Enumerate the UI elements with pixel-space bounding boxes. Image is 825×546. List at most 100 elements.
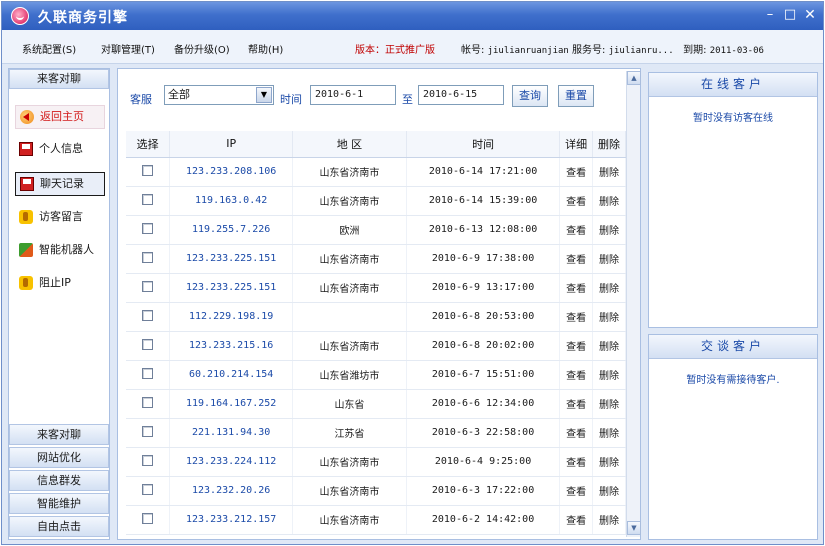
row-delete-link[interactable]: 删除 bbox=[592, 244, 626, 274]
row-select-checkbox[interactable] bbox=[142, 193, 154, 205]
row-delete-link[interactable]: 删除 bbox=[592, 447, 626, 477]
row-delete-link[interactable]: 删除 bbox=[592, 476, 626, 506]
table-scrollbar[interactable]: ▲ ▼ bbox=[626, 71, 641, 537]
menu-chat-management[interactable]: 对聊管理(T) bbox=[101, 41, 155, 56]
row-select-checkbox[interactable] bbox=[142, 222, 154, 234]
row-delete-link[interactable]: 删除 bbox=[592, 215, 626, 245]
agent-select-value: 全部 bbox=[168, 88, 190, 101]
row-select-cell bbox=[126, 447, 171, 477]
row-region: 山东省济南市 bbox=[292, 476, 407, 506]
scroll-down-icon[interactable]: ▼ bbox=[627, 521, 641, 535]
sidebar-item-smart-robot[interactable]: 智能机器人 bbox=[15, 239, 105, 263]
row-view-link[interactable]: 查看 bbox=[559, 331, 594, 361]
menu-system-config[interactable]: 系统配置(S) bbox=[22, 41, 76, 56]
expiry-value: 2011-03-06 bbox=[709, 46, 764, 56]
sidebar-tab-visitor-chat[interactable]: 来客对聊 bbox=[9, 424, 109, 445]
maximize-button[interactable]: □ bbox=[782, 7, 798, 23]
row-select-checkbox[interactable] bbox=[142, 425, 154, 437]
search-button[interactable]: 查询 bbox=[512, 85, 548, 107]
row-delete-link[interactable]: 删除 bbox=[592, 186, 626, 216]
column-header-region: 地 区 bbox=[292, 131, 407, 158]
row-select-checkbox[interactable] bbox=[142, 367, 154, 379]
version-label: 版本：正式推广版 bbox=[355, 45, 435, 56]
row-ip: 123.233.212.157 bbox=[169, 505, 293, 535]
filter-bar: 客服 全部 ▼ 时间 2010-6-1 至 2010-6-15 查询 重置 bbox=[126, 81, 634, 113]
row-select-checkbox[interactable] bbox=[142, 309, 154, 321]
row-view-link[interactable]: 查看 bbox=[559, 273, 594, 303]
row-select-cell bbox=[126, 302, 171, 332]
menu-help[interactable]: 帮助(H) bbox=[248, 41, 283, 56]
row-select-checkbox[interactable] bbox=[142, 483, 154, 495]
row-region: 欧洲 bbox=[292, 215, 407, 245]
date-to-input[interactable]: 2010-6-15 bbox=[418, 85, 504, 105]
row-region: 江苏省 bbox=[292, 418, 407, 448]
talking-customers-empty: 暂时没有需接待客户. bbox=[686, 375, 780, 386]
menu-backup-upgrade[interactable]: 备份升级(O) bbox=[174, 41, 230, 56]
app-window: 久联商务引擎 – □ ✕ 系统配置(S) 对聊管理(T) 备份升级(O) 帮助(… bbox=[1, 1, 824, 545]
person-icon bbox=[19, 276, 33, 290]
sidebar-item-label: 返回主页 bbox=[40, 110, 84, 123]
row-view-link[interactable]: 查看 bbox=[559, 389, 594, 419]
row-select-checkbox[interactable] bbox=[142, 164, 154, 176]
row-delete-link[interactable]: 删除 bbox=[592, 418, 626, 448]
minimize-button[interactable]: – bbox=[762, 7, 778, 23]
row-view-link[interactable]: 查看 bbox=[559, 418, 594, 448]
menu-bar: 系统配置(S) 对聊管理(T) 备份升级(O) 帮助(H) 版本：正式推广版 帐… bbox=[2, 30, 823, 64]
date-from-input[interactable]: 2010-6-1 bbox=[310, 85, 396, 105]
row-select-checkbox[interactable] bbox=[142, 251, 154, 263]
row-select-checkbox[interactable] bbox=[142, 396, 154, 408]
sidebar-item-chat-log[interactable]: 聊天记录 bbox=[15, 172, 105, 196]
row-time: 2010-6-9 13:17:00 bbox=[406, 273, 561, 303]
row-view-link[interactable]: 查看 bbox=[559, 476, 594, 506]
row-view-link[interactable]: 查看 bbox=[559, 505, 594, 535]
table-row: 123.233.215.16 山东省济南市 2010-6-8 20:02:00 查看删… bbox=[126, 331, 626, 361]
row-time: 2010-6-13 12:08:00 bbox=[406, 215, 561, 245]
row-select-cell bbox=[126, 389, 171, 419]
reset-button[interactable]: 重置 bbox=[558, 85, 594, 107]
row-view-link[interactable]: 查看 bbox=[559, 215, 594, 245]
agent-select[interactable]: 全部 ▼ bbox=[164, 85, 274, 105]
title-bar[interactable]: 久联商务引擎 – □ ✕ bbox=[2, 2, 823, 30]
row-select-checkbox[interactable] bbox=[142, 512, 154, 524]
row-select-cell bbox=[126, 273, 171, 303]
row-region: 山东省济南市 bbox=[292, 447, 407, 477]
expiry-label: 到期: bbox=[683, 45, 707, 56]
sidebar-tab-site-optimization[interactable]: 网站优化 bbox=[9, 447, 109, 468]
row-view-link[interactable]: 查看 bbox=[559, 360, 594, 390]
row-view-link[interactable]: 查看 bbox=[559, 244, 594, 274]
sidebar-tab-mass-messaging[interactable]: 信息群发 bbox=[9, 470, 109, 491]
row-select-checkbox[interactable] bbox=[142, 454, 154, 466]
sidebar-item-home[interactable]: 返回主页 bbox=[15, 105, 105, 129]
row-delete-link[interactable]: 删除 bbox=[592, 360, 626, 390]
sidebar-item-label: 智能机器人 bbox=[39, 243, 94, 256]
chevron-down-icon[interactable]: ▼ bbox=[256, 87, 272, 103]
row-delete-link[interactable]: 删除 bbox=[592, 331, 626, 361]
sidebar-item-label: 访客留言 bbox=[39, 210, 83, 223]
row-ip: 119.163.0.42 bbox=[169, 186, 293, 216]
sidebar-item-profile[interactable]: 个人信息 bbox=[15, 138, 105, 162]
row-view-link[interactable]: 查看 bbox=[559, 186, 594, 216]
sidebar-item-visitor-messages[interactable]: 访客留言 bbox=[15, 206, 105, 230]
row-view-link[interactable]: 查看 bbox=[559, 447, 594, 477]
save-disk-icon bbox=[20, 177, 34, 191]
row-delete-link[interactable]: 删除 bbox=[592, 505, 626, 535]
table-row: 123.233.212.157 山东省济南市 2010-6-2 14:42:00 查看… bbox=[126, 505, 626, 535]
row-select-checkbox[interactable] bbox=[142, 280, 154, 292]
row-delete-link[interactable]: 删除 bbox=[592, 157, 626, 187]
online-customers-panel: 在线客户 暂时没有访客在线 bbox=[648, 72, 818, 328]
close-button[interactable]: ✕ bbox=[802, 7, 818, 23]
scroll-up-icon[interactable]: ▲ bbox=[627, 71, 641, 85]
row-view-link[interactable]: 查看 bbox=[559, 302, 594, 332]
row-delete-link[interactable]: 删除 bbox=[592, 273, 626, 303]
row-time: 2010-6-2 14:42:00 bbox=[406, 505, 561, 535]
sidebar-header[interactable]: 来客对聊 bbox=[9, 69, 109, 89]
row-delete-link[interactable]: 删除 bbox=[592, 302, 626, 332]
row-select-checkbox[interactable] bbox=[142, 338, 154, 350]
online-customers-title: 在线客户 bbox=[649, 73, 817, 97]
table-row: 123.233.225.151 山东省济南市 2010-6-9 13:17:00 查看… bbox=[126, 273, 626, 303]
sidebar-item-block-ip[interactable]: 阻止IP bbox=[15, 272, 105, 296]
row-view-link[interactable]: 查看 bbox=[559, 157, 594, 187]
sidebar-tab-smart-maintenance[interactable]: 智能维护 bbox=[9, 493, 109, 514]
sidebar-tab-free-click[interactable]: 自由点击 bbox=[9, 516, 109, 537]
row-delete-link[interactable]: 删除 bbox=[592, 389, 626, 419]
